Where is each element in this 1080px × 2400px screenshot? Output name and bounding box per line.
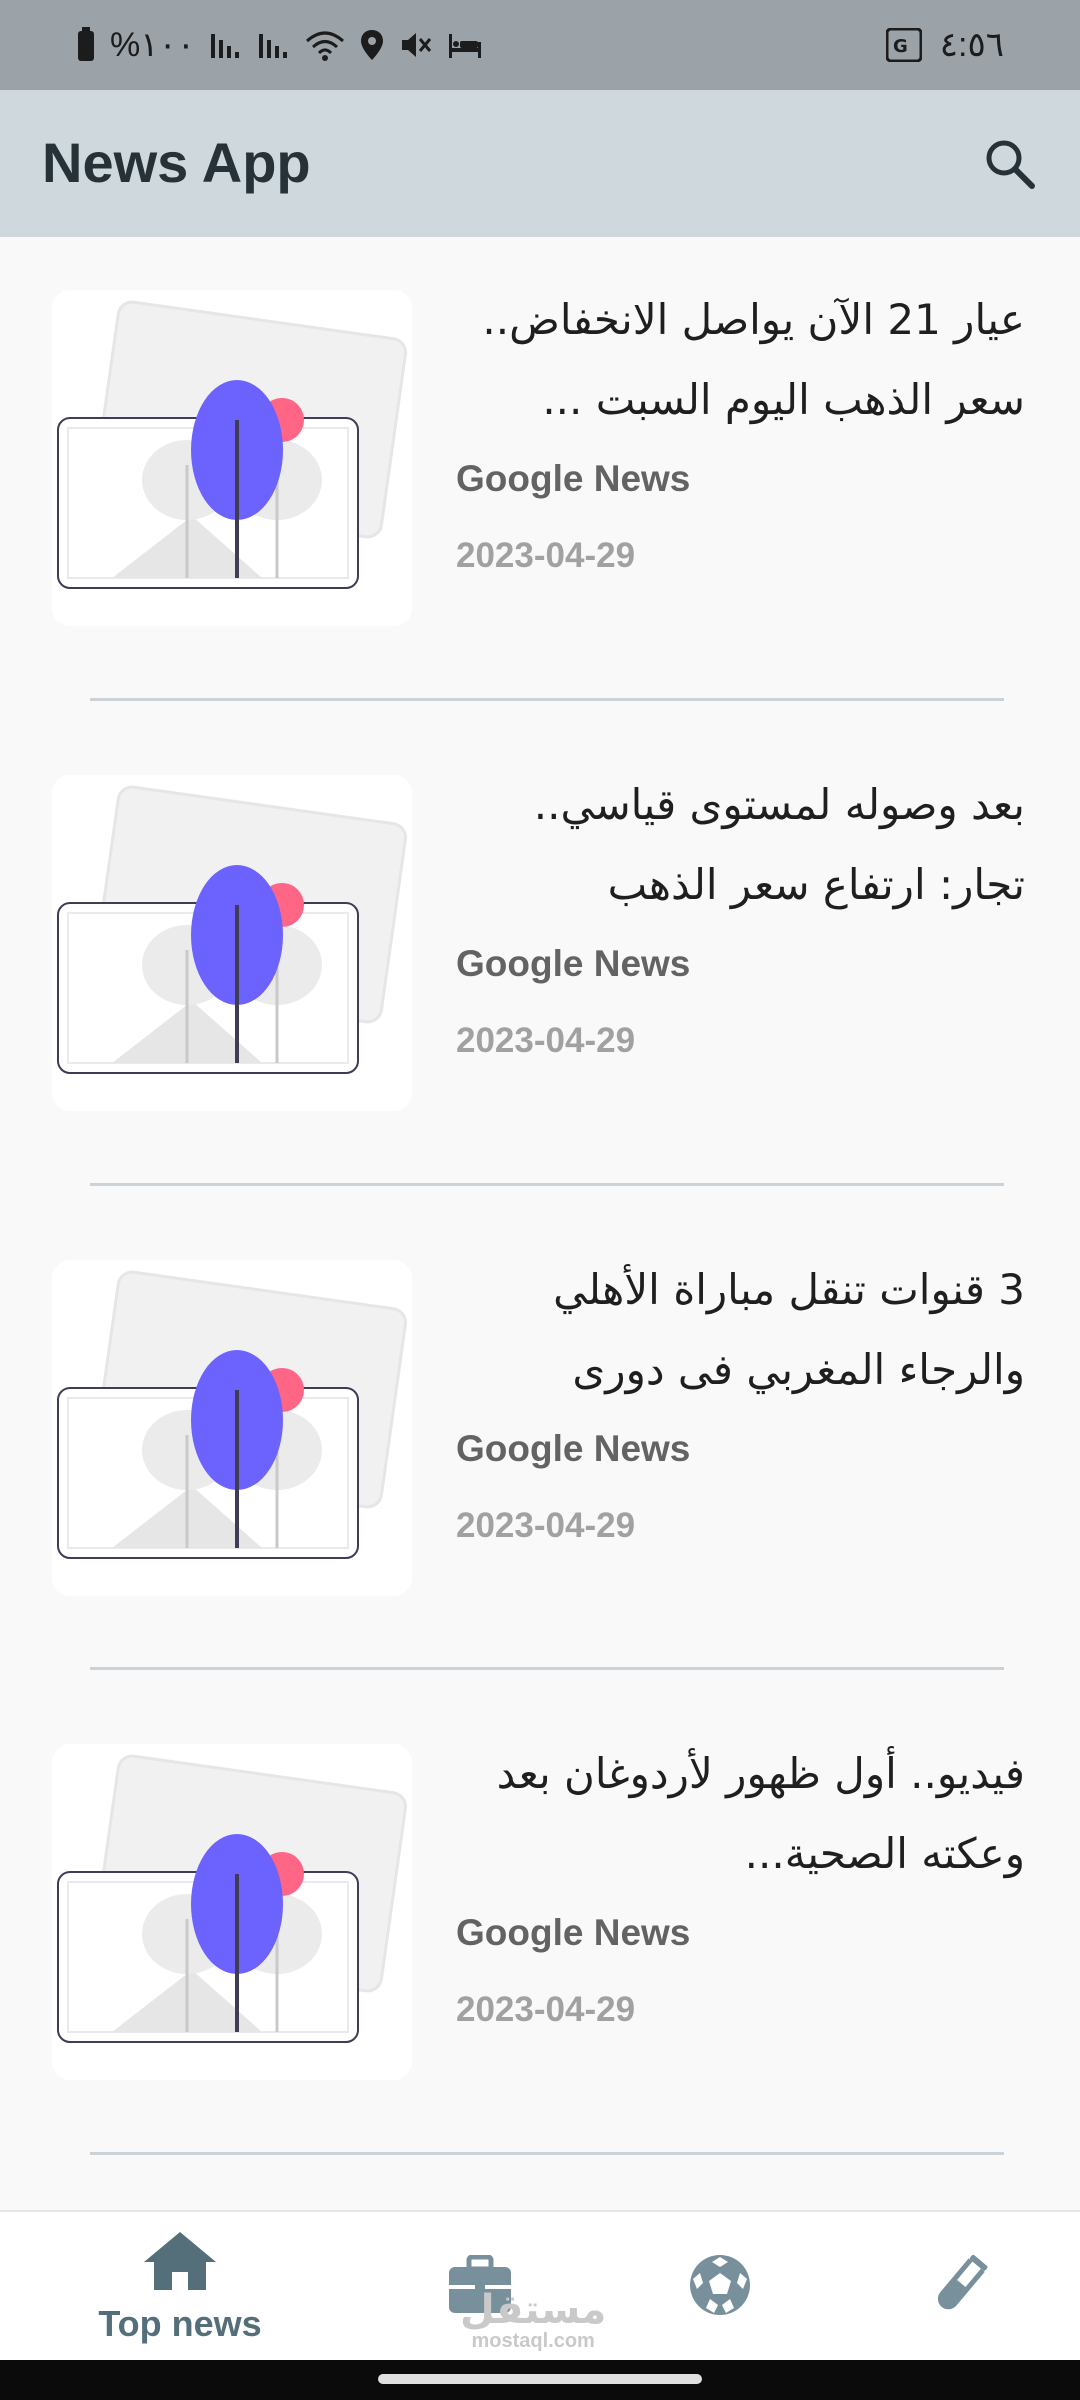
- news-thumbnail: [52, 775, 412, 1111]
- nav-item-sports[interactable]: [660, 2212, 780, 2362]
- image-placeholder-icon: [57, 785, 408, 1074]
- news-source: Google News: [456, 943, 691, 984]
- system-navigation-bar: [0, 2360, 1080, 2400]
- nav-label: Top news: [98, 2302, 262, 2344]
- image-placeholder-icon: [57, 1270, 408, 1559]
- image-placeholder-icon: [57, 1754, 408, 2043]
- translate-icon: G: [885, 28, 922, 62]
- news-thumbnail: [52, 290, 412, 626]
- news-headline: فيديو.. أول ظهور لأردوغان بعد وعكته الصح…: [496, 1749, 1025, 1878]
- battery-icon: [76, 27, 96, 63]
- news-headline: عيار 21 الآن يواصل الانخفاض.. سعر الذهب …: [482, 295, 1025, 424]
- search-icon: [982, 136, 1036, 195]
- news-date: 2023-04-29: [456, 536, 636, 575]
- test-tube-icon: [928, 2253, 992, 2322]
- news-card[interactable]: فيديو.. أول ظهور لأردوغان بعد وعكته الصح…: [0, 1694, 1080, 2178]
- home-icon: [142, 2230, 218, 2297]
- news-source: Google News: [456, 458, 691, 499]
- mute-icon: [399, 29, 433, 61]
- signal-icon: [209, 30, 243, 60]
- nav-item-top-news[interactable]: Top news: [80, 2212, 280, 2362]
- location-icon: [359, 28, 385, 62]
- divider: [90, 698, 1004, 701]
- divider: [90, 1183, 1004, 1186]
- news-card[interactable]: عيار 21 الآن يواصل الانخفاض.. سعر الذهب …: [0, 240, 1080, 724]
- battery-percent: %١٠٠: [110, 26, 196, 64]
- image-placeholder-icon: [57, 300, 408, 589]
- status-right: G ٤:٥٦: [885, 0, 1004, 90]
- news-date: 2023-04-29: [456, 1506, 636, 1545]
- sleep-icon: [447, 30, 483, 60]
- news-headline: بعد وصوله لمستوى قياسي.. تجار: ارتفاع سع…: [533, 780, 1025, 909]
- news-card[interactable]: 3 قنوات تنقل مباراة الأهلي والرجاء المغر…: [0, 1210, 1080, 1694]
- news-source: Google News: [456, 1912, 691, 1953]
- home-gesture-handle[interactable]: [378, 2374, 702, 2384]
- wifi-icon: [305, 29, 345, 61]
- soccer-ball-icon: [688, 2253, 752, 2322]
- news-thumbnail: [52, 1260, 412, 1596]
- watermark-latin: mostaql.com: [471, 2330, 595, 2352]
- news-card[interactable]: بعد وصوله لمستوى قياسي.. تجار: ارتفاع سع…: [0, 725, 1080, 1209]
- news-date: 2023-04-29: [456, 1021, 636, 1060]
- news-thumbnail: [52, 1744, 412, 2080]
- app-bar: News App: [0, 90, 1080, 237]
- svg-text:G: G: [893, 36, 908, 57]
- watermark: مستقل mostaql.com: [460, 2290, 606, 2352]
- divider: [90, 1667, 1004, 1670]
- search-button[interactable]: [974, 130, 1044, 200]
- news-date: 2023-04-29: [456, 1990, 636, 2029]
- clock: ٤:٥٦: [939, 26, 1004, 64]
- status-bar: %١٠٠ G ٤:٥٦: [0, 0, 1080, 90]
- status-left: %١٠٠: [76, 0, 483, 90]
- watermark-arabic: مستقل: [460, 2287, 607, 2333]
- divider: [90, 2152, 1004, 2155]
- signal-icon: [257, 30, 291, 60]
- news-headline: 3 قنوات تنقل مباراة الأهلي والرجاء المغر…: [553, 1265, 1025, 1394]
- nav-item-science[interactable]: [900, 2212, 1020, 2362]
- news-source: Google News: [456, 1428, 691, 1469]
- app-title: News App: [42, 131, 311, 194]
